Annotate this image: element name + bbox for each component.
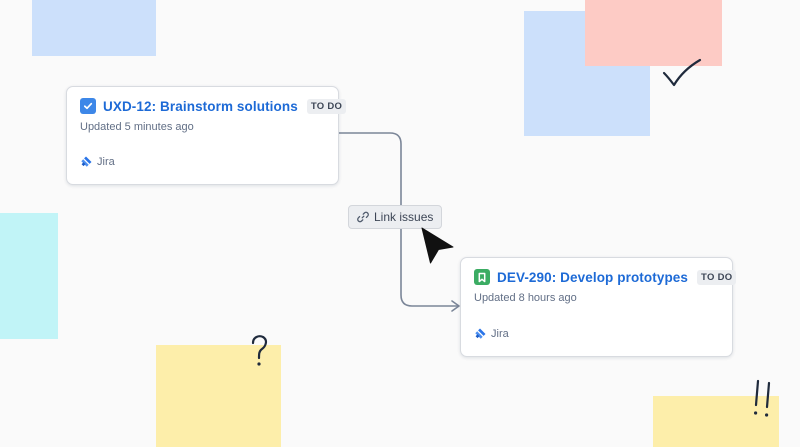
jira-logo-icon: [475, 328, 486, 339]
link-issues-label: Link issues: [374, 210, 434, 224]
issue-card-header: DEV-290: Develop prototypes TO DO: [474, 269, 737, 285]
whiteboard-canvas: UXD-12: Brainstorm solutions TO DO Updat…: [0, 0, 800, 447]
checkbox-icon: [80, 98, 96, 114]
updated-timestamp: Updated 5 minutes ago: [80, 121, 194, 133]
status-badge[interactable]: TO DO: [306, 98, 347, 114]
mouse-pointer-icon: [421, 227, 454, 264]
issue-source: Jira: [474, 328, 509, 340]
bookmark-icon: [474, 269, 490, 285]
issue-card[interactable]: UXD-12: Brainstorm solutions TO DO Updat…: [66, 86, 347, 185]
link-icon: [357, 211, 369, 223]
issue-title-link[interactable]: DEV-290: Develop prototypes: [497, 270, 688, 285]
status-badge[interactable]: TO DO: [697, 269, 737, 285]
jira-logo-icon: [81, 156, 92, 167]
issue-source: Jira: [80, 156, 115, 168]
issue-card-header: UXD-12: Brainstorm solutions TO DO: [80, 98, 347, 114]
issue-card[interactable]: DEV-290: Develop prototypes TO DO Update…: [460, 257, 737, 357]
source-label: Jira: [491, 328, 509, 340]
updated-timestamp: Updated 8 hours ago: [474, 292, 577, 304]
issue-title-link[interactable]: UXD-12: Brainstorm solutions: [103, 99, 298, 114]
source-label: Jira: [97, 156, 115, 168]
